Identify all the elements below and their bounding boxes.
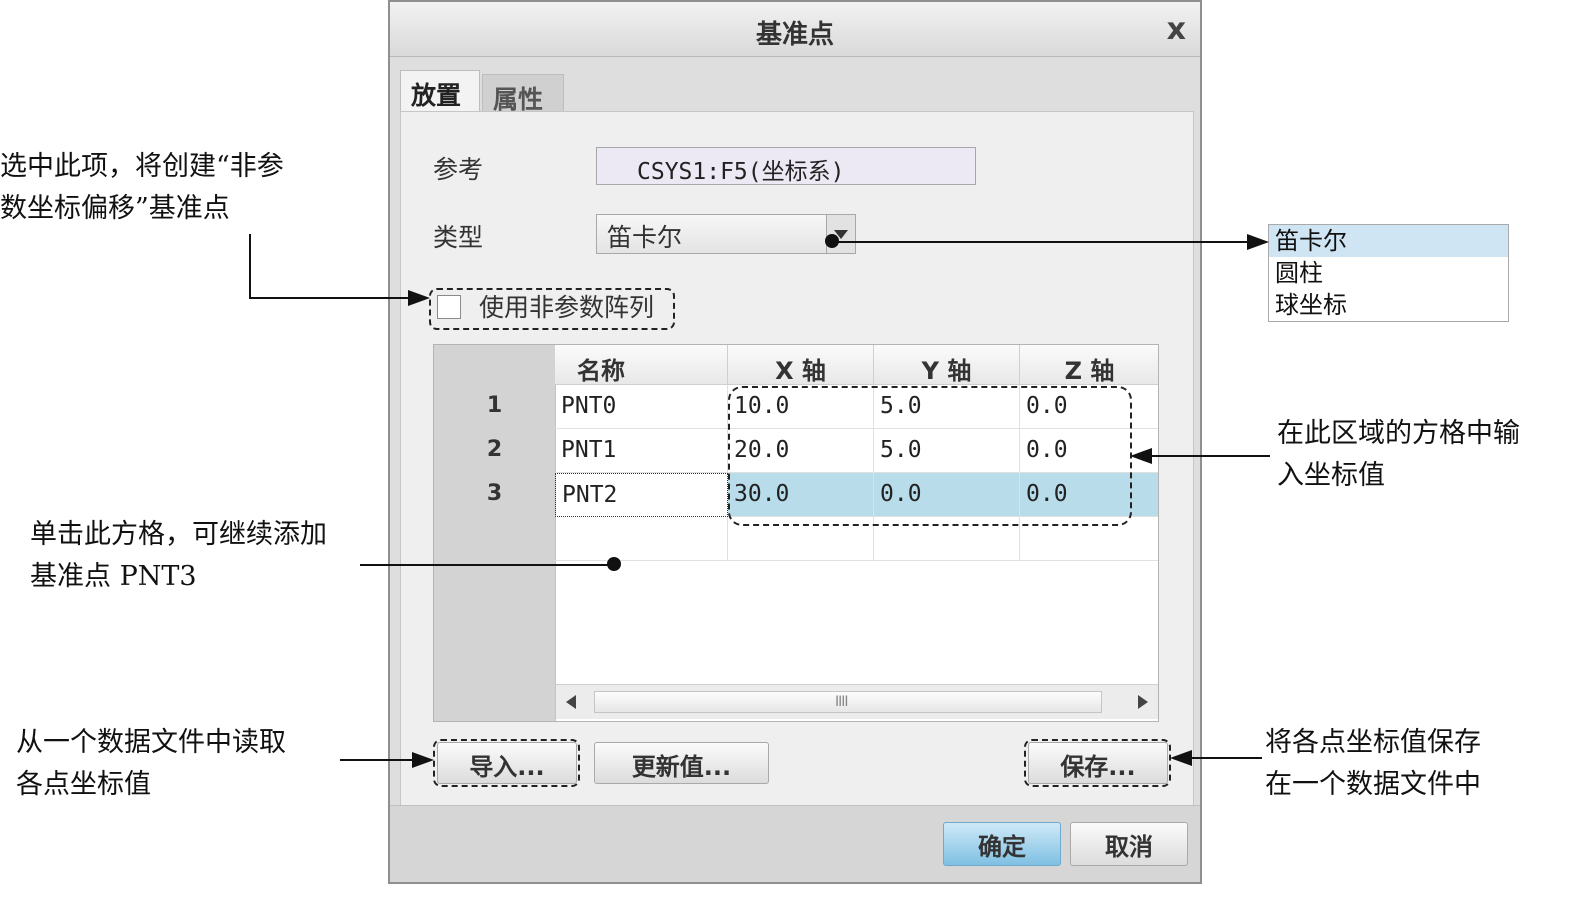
row-number: 3 — [486, 481, 503, 506]
cell-y[interactable]: 5.0 — [874, 385, 1020, 429]
checkbox-leader-vertical — [249, 234, 251, 298]
cell-y[interactable]: 0.0 — [874, 473, 1020, 517]
scroll-thumb[interactable]: IIII — [594, 691, 1102, 713]
save-leader-line — [1190, 757, 1262, 759]
save-note-line2: 在一个数据文件中 — [1265, 769, 1481, 800]
grid-leader-line — [1150, 455, 1270, 457]
add-point-cell[interactable] — [555, 517, 728, 561]
type-option-cylindrical[interactable]: 圆柱 — [1269, 257, 1508, 289]
checkbox-leader-horizontal — [249, 297, 409, 299]
grid-note-line2: 入坐标值 — [1277, 460, 1385, 491]
cell-z[interactable]: 0.0 — [1020, 385, 1158, 429]
empty-cell[interactable] — [728, 517, 874, 561]
cell-x[interactable]: 20.0 — [728, 429, 874, 473]
scroll-grip: IIII — [835, 694, 848, 710]
column-header-y[interactable]: Y 轴 — [874, 345, 1020, 385]
empty-cell[interactable] — [874, 517, 1020, 561]
dialog-footer: 确定 取消 — [390, 805, 1200, 882]
import-arrow-icon — [412, 752, 434, 768]
column-header-name[interactable]: 名称 — [555, 345, 728, 385]
column-header-x[interactable]: X 轴 — [728, 345, 874, 385]
scroll-right-icon[interactable] — [1138, 695, 1148, 709]
import-note-line2: 各点坐标值 — [16, 769, 151, 800]
type-select[interactable]: 笛卡尔 — [596, 214, 856, 254]
nonparam-checkbox-label: 使用非参数阵列 — [479, 293, 655, 322]
row-number: 2 — [486, 437, 503, 462]
save-button[interactable]: 保存... — [1028, 742, 1168, 784]
row-number: 1 — [486, 393, 503, 418]
import-button[interactable]: 导入... — [437, 742, 577, 784]
addcell-note-line2: 基准点 PNT3 — [30, 561, 197, 592]
import-leader-line — [340, 759, 414, 761]
cell-z[interactable]: 0.0 — [1020, 473, 1158, 517]
tab-properties[interactable]: 属性 — [482, 74, 564, 114]
datum-point-dialog: 基准点 x 放置 属性 参考 CSYS1:F5(坐标系) 类型 笛卡尔 使用非参… — [388, 0, 1202, 884]
ok-button[interactable]: 确定 — [943, 822, 1061, 866]
type-label: 类型 — [433, 223, 484, 252]
save-arrow-icon — [1170, 750, 1192, 766]
placement-panel: 参考 CSYS1:F5(坐标系) 类型 笛卡尔 使用非参数阵列 名称 X 轴 Y… — [400, 111, 1194, 807]
column-header-z[interactable]: Z 轴 — [1020, 345, 1158, 385]
dropdown-arrow-icon — [1247, 234, 1269, 250]
reference-label: 参考 — [433, 155, 484, 184]
cancel-button[interactable]: 取消 — [1070, 822, 1188, 866]
addcell-leader-dot — [607, 557, 621, 571]
save-note-line1: 将各点坐标值保存 — [1265, 727, 1481, 758]
tab-placement[interactable]: 放置 — [400, 70, 480, 112]
type-select-value: 笛卡尔 — [607, 223, 683, 252]
dialog-title: 基准点 — [755, 20, 834, 50]
checkbox-note-line1: 选中此项，将创建“非参 — [0, 151, 284, 182]
type-option-spherical[interactable]: 球坐标 — [1269, 289, 1508, 321]
import-note-line1: 从一个数据文件中读取 — [16, 727, 286, 758]
dropdown-leader-line — [832, 241, 1248, 243]
cell-x[interactable]: 10.0 — [728, 385, 874, 429]
horizontal-scrollbar[interactable]: IIII — [556, 684, 1158, 719]
update-values-button[interactable]: 更新值... — [594, 742, 769, 784]
cell-x[interactable]: 30.0 — [728, 473, 874, 517]
addcell-leader-line — [360, 564, 612, 566]
cell-name[interactable]: PNT1 — [555, 429, 728, 473]
cell-y[interactable]: 5.0 — [874, 429, 1020, 473]
cell-name[interactable]: PNT0 — [555, 385, 728, 429]
grid-note-line1: 在此区域的方格中输 — [1277, 418, 1520, 449]
scroll-left-icon[interactable] — [566, 695, 576, 709]
points-table: 名称 X 轴 Y 轴 Z 轴 1 PNT0 10.0 5.0 0.0 2 PNT… — [433, 344, 1159, 722]
empty-cell[interactable] — [1020, 517, 1158, 561]
grid-arrow-icon — [1130, 448, 1152, 464]
reference-field[interactable]: CSYS1:F5(坐标系) — [596, 147, 976, 185]
type-option-cartesian[interactable]: 笛卡尔 — [1269, 225, 1508, 257]
checkbox-note-line2: 数坐标偏移”基准点 — [0, 193, 230, 224]
cell-name[interactable]: PNT2 — [555, 473, 728, 517]
checkbox-arrow-icon — [408, 290, 430, 306]
addcell-note-line1: 单击此方格，可继续添加 — [30, 519, 327, 550]
type-dropdown-list: 笛卡尔 圆柱 球坐标 — [1268, 224, 1509, 322]
dialog-titlebar: 基准点 x — [390, 2, 1200, 57]
nonparam-checkbox[interactable] — [437, 295, 461, 319]
close-icon[interactable]: x — [1167, 12, 1186, 47]
